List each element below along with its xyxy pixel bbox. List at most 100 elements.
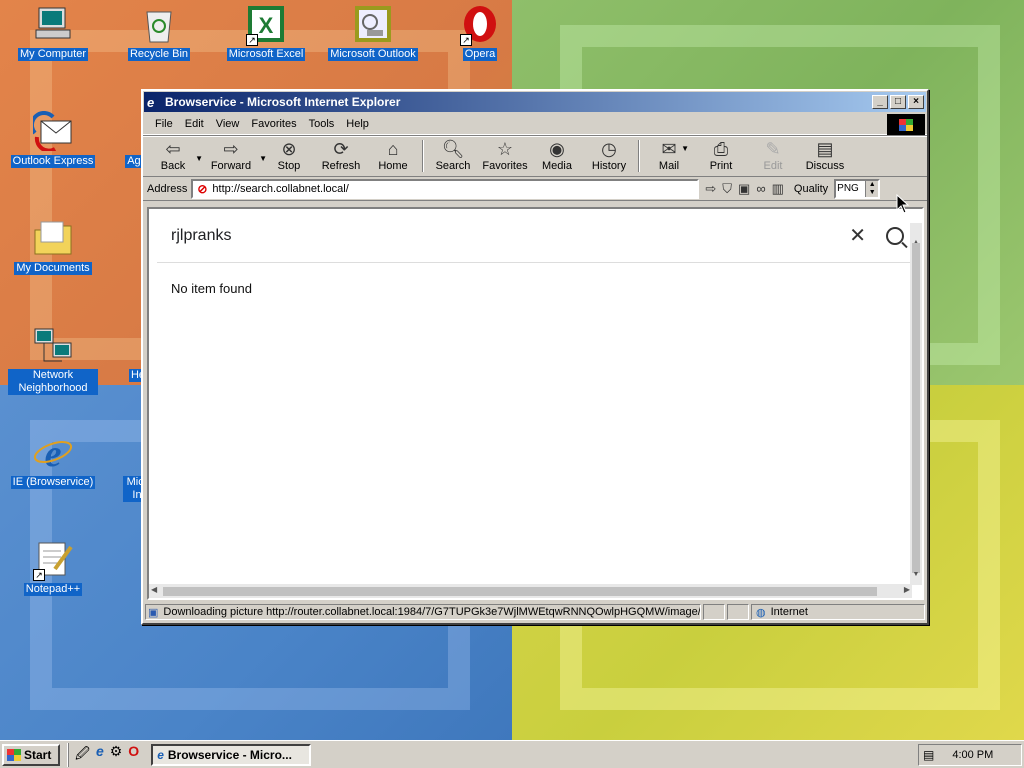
desktop-icon-notepad[interactable]: ↗ Notepad++ bbox=[8, 539, 98, 596]
favorites-folder-icon: ☆ bbox=[496, 139, 514, 159]
quick-launch: 🖉 e ⚙ O bbox=[68, 742, 139, 767]
internet-globe-icon: ◍ bbox=[756, 606, 766, 619]
edit-button[interactable]: ✎ Edit bbox=[747, 138, 799, 174]
media-button[interactable]: ◉ Media bbox=[531, 138, 583, 174]
horizontal-scroll-thumb[interactable] bbox=[163, 587, 877, 596]
svg-text:e: e bbox=[45, 433, 62, 472]
desktop-icon-recycle-bin[interactable]: Recycle Bin bbox=[114, 4, 204, 61]
refresh-button[interactable]: ⟳ Refresh bbox=[315, 138, 367, 174]
desktop-icon-my-documents[interactable]: My Documents bbox=[8, 218, 98, 275]
forward-button[interactable]: ⇨ Forward ▼ bbox=[199, 138, 267, 174]
quality-select[interactable]: PNG ▲ ▼ bbox=[834, 178, 881, 199]
menu-file[interactable]: File bbox=[149, 118, 179, 130]
desktop-icon-outlook[interactable]: Microsoft Outlook bbox=[328, 4, 418, 61]
stop-button[interactable]: ⊗ Stop bbox=[263, 138, 315, 174]
stop-icon: ⊗ bbox=[281, 139, 297, 159]
taskbar-item-browservice[interactable]: e Browservice - Micro... bbox=[151, 743, 312, 766]
search-icon[interactable] bbox=[886, 226, 904, 245]
address-url: http://search.collabnet.local/ bbox=[212, 182, 349, 195]
close-button[interactable]: × bbox=[908, 95, 924, 109]
home-button[interactable]: ⌂ Home bbox=[367, 138, 419, 174]
discuss-icon: ▤ bbox=[816, 139, 834, 159]
start-button[interactable]: Start bbox=[2, 743, 60, 766]
scroll-down-icon[interactable]: ▼ bbox=[911, 571, 921, 581]
print-button[interactable]: ⎙ Print bbox=[695, 138, 747, 174]
desktop-icon-ie[interactable]: e IE (Browservice) bbox=[8, 432, 98, 489]
mail-button[interactable]: ✉ Mail ▼ bbox=[643, 138, 695, 174]
find-binoculars-icon[interactable]: ∞ bbox=[756, 181, 765, 197]
quality-spinner[interactable]: ▲ ▼ bbox=[865, 180, 879, 197]
system-tray: ▤ 4:00 PM bbox=[918, 743, 1022, 766]
menu-view[interactable]: View bbox=[210, 118, 246, 130]
menu-tools[interactable]: Tools bbox=[303, 118, 341, 130]
outlook-icon bbox=[353, 4, 393, 44]
status-bar: ▣ Downloading picture http://router.coll… bbox=[145, 603, 925, 621]
close-icon[interactable]: ✕ bbox=[849, 223, 866, 248]
windows-logo-throbber bbox=[887, 114, 925, 135]
clipboard-icon[interactable]: ▥ bbox=[772, 181, 784, 197]
vertical-scrollbar[interactable]: ▲ ▼ bbox=[910, 223, 922, 585]
tray-network-icon[interactable]: ▤ bbox=[923, 748, 934, 762]
history-icon: ◷ bbox=[601, 139, 617, 159]
desktop-icon-opera[interactable]: ↗ Opera bbox=[435, 4, 525, 61]
network-icon bbox=[33, 325, 73, 365]
search-bar: rjlpranks ✕ bbox=[157, 209, 912, 263]
quick-launch-ie-icon[interactable]: e bbox=[96, 743, 104, 767]
quick-launch-desktop-icon[interactable]: 🖉 bbox=[75, 743, 90, 767]
quality-label: Quality bbox=[793, 182, 829, 195]
ie-icon: e bbox=[157, 747, 164, 762]
desktop-icon-network[interactable]: Network Neighborhood bbox=[8, 325, 98, 395]
empty-results-message: No item found bbox=[171, 281, 252, 296]
mail-dropdown-icon[interactable]: ▼ bbox=[681, 144, 689, 153]
ie-window[interactable]: e Browservice - Microsoft Internet Explo… bbox=[141, 89, 929, 625]
scroll-right-icon[interactable]: ▶ bbox=[904, 585, 910, 594]
favorites-button[interactable]: ☆ Favorites bbox=[479, 138, 531, 174]
security-zone: ◍ Internet bbox=[751, 604, 925, 620]
printer-icon: ⎙ bbox=[713, 139, 729, 159]
vertical-scroll-thumb[interactable] bbox=[912, 243, 920, 573]
menu-favorites[interactable]: Favorites bbox=[245, 118, 302, 130]
desktop-icon-excel[interactable]: X ↗ Microsoft Excel bbox=[221, 4, 311, 61]
page-viewport[interactable]: rjlpranks ✕ No item found ▲ ▼ ◀ ▶ bbox=[147, 207, 924, 600]
toolbar-separator bbox=[422, 140, 424, 172]
address-input[interactable]: ⊘ http://search.collabnet.local/ bbox=[191, 178, 700, 199]
desktop-icon-outlook-express[interactable]: Outlook Express bbox=[8, 111, 98, 168]
go-arrow-icon[interactable]: ⇨ bbox=[705, 181, 716, 197]
search-globe-icon: 🔍︎ bbox=[441, 139, 465, 159]
menu-edit[interactable]: Edit bbox=[179, 118, 210, 130]
back-button[interactable]: ⇦ Back ▼ bbox=[147, 138, 203, 174]
search-button[interactable]: 🔍︎ Search bbox=[427, 138, 479, 174]
menu-bar: File Edit View Favorites Tools Help bbox=[143, 113, 927, 135]
desktop-icon-my-computer[interactable]: My Computer bbox=[8, 4, 98, 61]
window-title: Browservice - Microsoft Internet Explore… bbox=[165, 95, 401, 109]
excel-icon: X ↗ bbox=[246, 4, 286, 46]
horizontal-scrollbar[interactable]: ◀ ▶ bbox=[149, 584, 912, 598]
status-cell bbox=[727, 604, 749, 620]
page-info-icon[interactable]: ▣ bbox=[738, 181, 750, 197]
standard-toolbar: ⇦ Back ▼ ⇨ Forward ▼ ⊗ Stop ⟳ Refresh ⌂ … bbox=[143, 135, 927, 177]
quick-launch-network-icon[interactable]: ⚙ bbox=[110, 743, 123, 767]
mail-icon: ✉ bbox=[661, 139, 677, 159]
status-text-cell: ▣ Downloading picture http://router.coll… bbox=[145, 604, 701, 620]
toolbar-separator bbox=[638, 140, 640, 172]
clock[interactable]: 4:00 PM bbox=[952, 749, 993, 761]
search-query[interactable]: rjlpranks bbox=[157, 227, 231, 245]
address-bar: Address ⊘ http://search.collabnet.local/… bbox=[143, 177, 927, 201]
scroll-left-icon[interactable]: ◀ bbox=[151, 585, 157, 594]
window-titlebar[interactable]: e Browservice - Microsoft Internet Explo… bbox=[144, 92, 926, 112]
minimize-button[interactable]: _ bbox=[872, 95, 888, 109]
quality-control: Quality PNG ▲ ▼ bbox=[793, 178, 881, 199]
menu-help[interactable]: Help bbox=[340, 118, 375, 130]
history-button[interactable]: ◷ History bbox=[583, 138, 635, 174]
quick-launch-opera-icon[interactable]: O bbox=[128, 743, 139, 767]
page-icon: ⊘ bbox=[197, 181, 208, 196]
bookmark-icon[interactable]: ⛉ bbox=[722, 181, 732, 197]
maximize-button[interactable]: □ bbox=[890, 95, 906, 109]
media-icon: ◉ bbox=[549, 139, 565, 159]
ie-icon: e bbox=[33, 432, 73, 472]
status-cell bbox=[703, 604, 725, 620]
ie-icon: e bbox=[147, 95, 155, 110]
home-icon: ⌂ bbox=[387, 139, 399, 159]
discuss-button[interactable]: ▤ Discuss bbox=[799, 138, 851, 174]
back-arrow-icon: ⇦ bbox=[165, 139, 181, 159]
